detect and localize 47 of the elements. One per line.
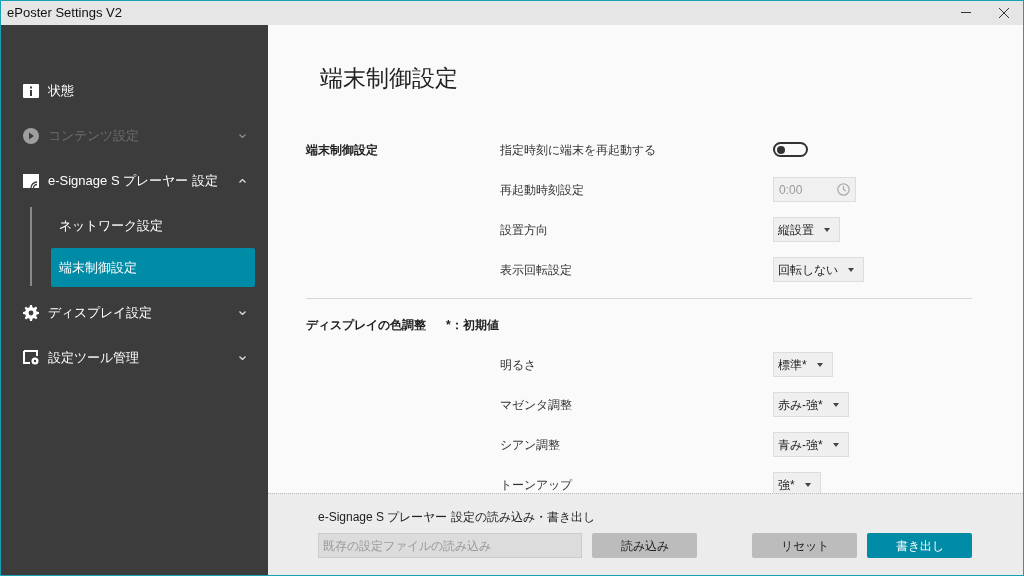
setting-label: 指定時刻に端末を再起動する: [500, 141, 657, 159]
info-icon: [23, 83, 39, 98]
caret-up-icon[interactable]: [239, 178, 246, 183]
signal-screen-icon: [23, 173, 39, 188]
sidebar-item[interactable]: 状態: [1, 68, 268, 113]
dropdown-arrow-icon: [816, 362, 823, 367]
toggle-switch[interactable]: [773, 142, 808, 157]
window-title: ePoster Settings V2: [7, 4, 122, 23]
minimize-icon[interactable]: [961, 12, 971, 14]
dropdown[interactable]: 赤み-強*: [773, 392, 849, 417]
dropdown[interactable]: 標準*: [773, 352, 833, 377]
dropdown-arrow-icon: [848, 267, 854, 272]
clock-icon: [837, 183, 850, 196]
gear-icon: [23, 304, 39, 321]
export-button[interactable]: 書き出し: [867, 533, 972, 558]
action-button[interactable]: リセット: [752, 533, 857, 558]
sidebar-item[interactable]: 設定ツール管理: [1, 335, 268, 380]
setting-label: トーンアップ: [500, 476, 574, 493]
dropdown-arrow-icon: [832, 442, 839, 447]
setting-label: シアン調整: [500, 436, 561, 454]
sidebar-subitem[interactable]: 端末制御設定: [51, 248, 255, 287]
section-label: 端末制御設定: [306, 141, 378, 159]
setting-label: マゼンタ調整: [500, 396, 573, 414]
sidebar-item[interactable]: ディスプレイ設定: [1, 290, 268, 335]
play-icon: [23, 127, 39, 144]
setting-label: 設置方向: [500, 221, 549, 239]
page-title: 端末制御設定: [319, 64, 459, 93]
section-label: ディスプレイの色調整: [306, 316, 426, 334]
section-note: *：初期値: [446, 316, 499, 334]
setting-label: 表示回転設定: [500, 261, 573, 279]
close-icon[interactable]: [999, 8, 1009, 18]
dropdown-arrow-icon: [804, 482, 811, 487]
sidebar-subitem[interactable]: ネットワーク設定: [51, 206, 255, 245]
dropdown-arrow-icon: [824, 227, 830, 232]
dropdown[interactable]: 縦設置: [773, 217, 840, 242]
dropdown[interactable]: 強*: [773, 472, 821, 493]
dropdown[interactable]: 青み-強*: [773, 432, 849, 457]
caret-down-icon[interactable]: [239, 355, 246, 360]
action-button[interactable]: 読み込み: [592, 533, 697, 558]
footer-title: e-Signage S プレーヤー 設定の読み込み・書き出し: [318, 509, 596, 526]
dropdown-arrow-icon: [832, 402, 839, 407]
setting-label: 再起動時刻設定: [500, 181, 585, 199]
caret-down-icon[interactable]: [239, 310, 246, 315]
dropdown[interactable]: 回転しない: [773, 257, 864, 282]
window-gear-icon: [23, 350, 39, 365]
setting-label: 明るさ: [500, 356, 537, 374]
sidebar-item[interactable]: e-Signage S プレーヤー 設定: [1, 158, 268, 203]
